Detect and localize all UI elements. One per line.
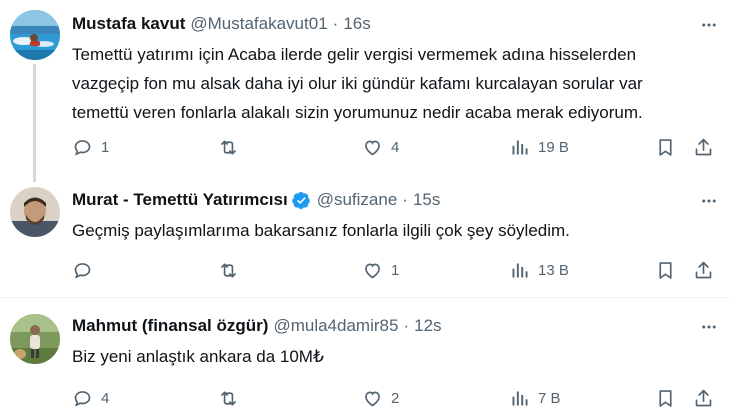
reply-count: 4 [101,389,110,407]
tweet-1[interactable]: Mustafa kavut @Mustafakavut01 · 16s Teme… [0,0,730,172]
tweet-header: Mahmut (finansal özgür) @mula4damir85 · … [72,315,442,337]
tweet-actions: 1 13 B [72,258,722,282]
like-count: 2 [391,389,400,407]
avatar[interactable] [10,314,60,364]
tweet-text: Geçmiş paylaşımlarıma bakarsanız fonlarl… [72,216,722,245]
retweet-icon [221,140,236,154]
heart-icon [365,391,380,406]
share-icon [695,138,712,155]
more-icon[interactable] [698,14,720,36]
tweet-text: Temettü yatırımı için Acaba ilerde gelir… [72,40,722,127]
reply-icon [74,262,91,279]
display-name[interactable]: Murat - Temettü Yatırımcısı [72,190,288,210]
share-button[interactable] [693,258,714,282]
view-count: 19 B [538,138,569,156]
share-icon [695,389,712,406]
like-count: 1 [391,261,400,279]
display-name[interactable]: Mustafa kavut [72,14,185,34]
heart-icon [365,140,380,155]
bookmark-button[interactable] [655,135,676,159]
like-count: 4 [391,138,400,156]
like-button[interactable]: 4 [362,135,399,159]
timestamp[interactable]: 15s [413,190,440,210]
bookmark-icon [659,261,672,279]
view-count: 13 B [538,261,569,279]
tweet-header: Murat - Temettü Yatırımcısı @sufizane · … [72,189,440,211]
bookmark-button[interactable] [655,258,676,282]
reply-icon [74,139,91,156]
views-button[interactable]: 7 B [509,386,561,410]
views-button[interactable]: 19 B [509,135,569,159]
reply-button[interactable] [72,258,101,282]
retweet-button[interactable] [218,135,247,159]
bookmark-icon [659,389,672,407]
user-handle[interactable]: @sufizane [317,190,398,210]
share-button[interactable] [693,386,714,410]
bookmark-button[interactable] [655,386,676,410]
retweet-button[interactable] [218,386,247,410]
tweet-text-line: temettü veren fonlarla alakalı sizin yor… [72,103,643,122]
tweet-text-line: Geçmiş paylaşımlarıma bakarsanız fonlarl… [72,221,570,240]
reply-count: 1 [101,138,110,156]
tweet-2[interactable]: Murat - Temettü Yatırımcısı @sufizane · … [0,172,730,296]
avatar[interactable] [10,10,60,60]
reply-button[interactable]: 1 [72,135,109,159]
separator-dot: · [403,316,410,335]
timestamp[interactable]: 12s [414,316,441,336]
display-name[interactable]: Mahmut (finansal özgür) [72,316,268,336]
user-handle[interactable]: @Mustafakavut01 [190,14,327,34]
like-button[interactable]: 2 [362,386,399,410]
more-icon[interactable] [698,316,720,338]
reply-button[interactable]: 4 [72,386,109,410]
view-count: 7 B [538,389,561,407]
tweet-header: Mustafa kavut @Mustafakavut01 · 16s [72,13,371,35]
share-icon [695,261,712,278]
views-icon [512,140,528,154]
heart-icon [365,263,380,278]
thread-line [33,64,36,172]
views-icon [512,391,528,405]
tweet-actions: 4 2 7 B [72,386,722,410]
tweet-actions: 1 4 19 B [72,135,722,159]
avatar[interactable] [10,187,60,237]
more-icon[interactable] [698,190,720,212]
tweet-3[interactable]: Mahmut (finansal özgür) @mula4damir85 · … [0,298,730,420]
separator-dot: · [332,14,339,33]
thread-line [33,172,36,182]
separator-dot: · [402,190,408,209]
retweet-icon [221,263,236,277]
share-button[interactable] [693,135,714,159]
views-icon [512,263,528,277]
like-button[interactable]: 1 [362,258,399,282]
views-button[interactable]: 13 B [509,258,569,282]
tweet-text-line: Temettü yatırımı için Acaba ilerde gelir… [72,45,637,64]
bookmark-icon [659,138,672,156]
user-handle[interactable]: @mula4damir85 [273,316,398,336]
retweet-icon [221,391,236,405]
retweet-button[interactable] [218,258,247,282]
tweet-text-line: Biz yeni anlaştık ankara da 10M₺ [72,347,324,366]
reply-icon [74,390,91,407]
tweet-text-line: vazgeçip fon mu alsak daha iyi olur iki … [72,74,643,93]
timestamp[interactable]: 16s [343,14,370,34]
verified-badge-icon [291,191,311,210]
tweet-text: Biz yeni anlaştık ankara da 10M₺ [72,342,722,371]
